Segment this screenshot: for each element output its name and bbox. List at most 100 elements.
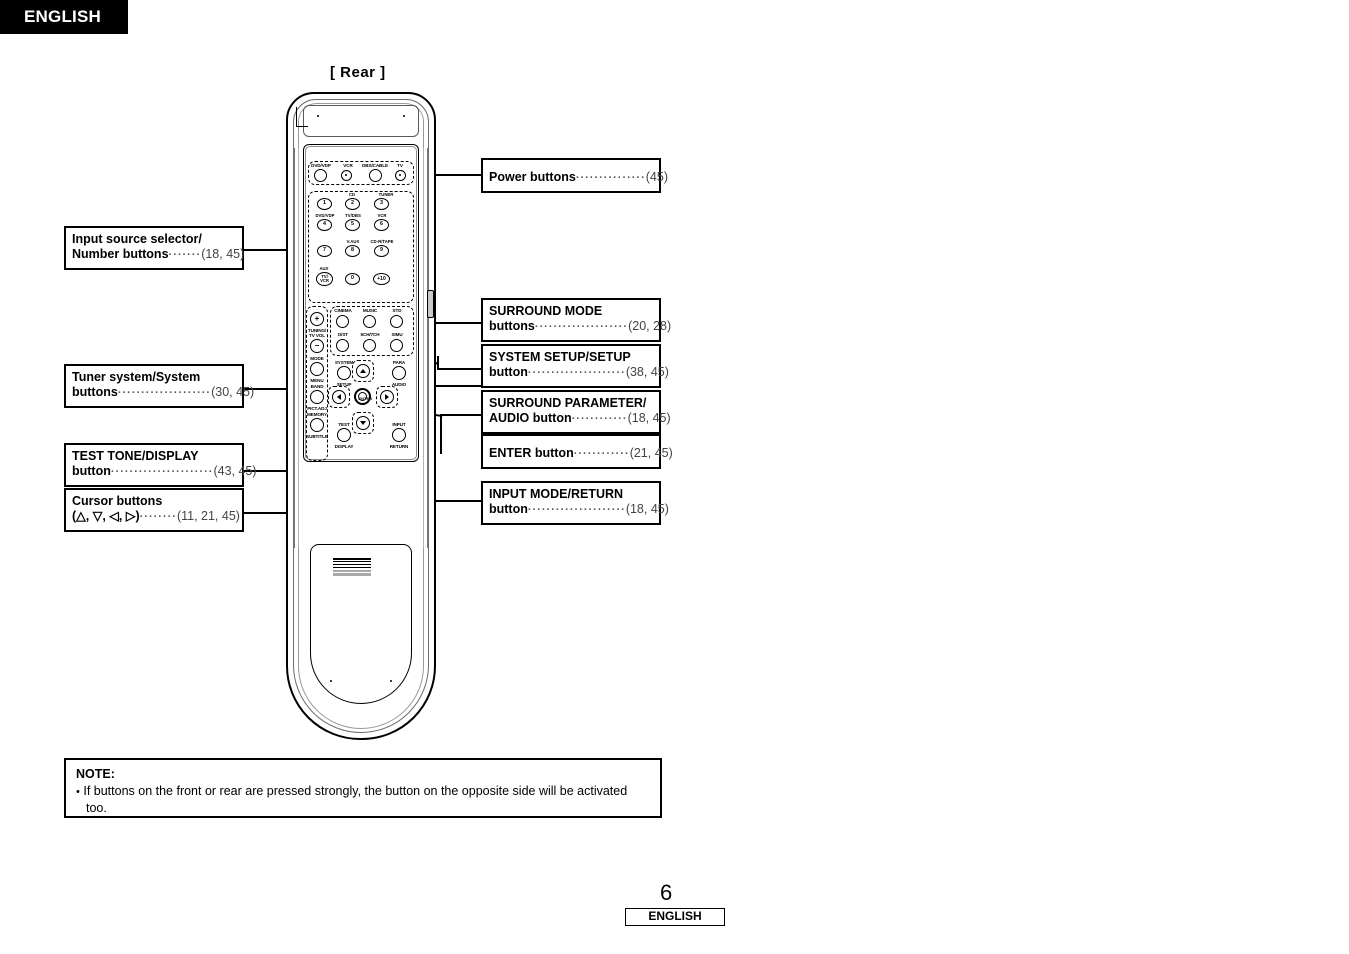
callout-enter-button[interactable]: ENTER button············(21, 45) [481, 434, 673, 469]
numeric-button-5[interactable]: 5 [345, 219, 360, 231]
cursor-left-button[interactable] [332, 390, 346, 404]
leader-enter-v [440, 414, 442, 454]
remote-side-slider-switch[interactable] [427, 290, 434, 318]
power-label-vcr: VCR [343, 163, 353, 168]
power-button-dvd-vdp[interactable] [314, 169, 327, 182]
remote-right-rail [427, 148, 428, 548]
tuning-up-button[interactable]: + [310, 312, 324, 326]
callout-enter-line1: ENTER button [489, 446, 574, 460]
callout-surround-mode-buttons[interactable]: SURROUND MODE buttons···················… [481, 298, 671, 342]
grip-ridge [333, 563, 371, 566]
numeric-button-tv-vcr-label: TV/ VCR [320, 273, 329, 283]
pictadj-label: PICT.ADJ [307, 406, 327, 411]
language-header-label: ENGLISH [24, 7, 101, 26]
callout-srmode-dots: ···················· [534, 321, 629, 333]
enter-button[interactable]: ENTER [354, 388, 372, 405]
numeric-button-plus10[interactable]: +10 [373, 273, 390, 285]
input-mode-label-top: INPUT [392, 422, 406, 427]
numeric-button-8[interactable]: 8 [345, 245, 360, 257]
callout-enter-dots: ············ [573, 448, 630, 460]
system-setup-button[interactable] [337, 366, 351, 380]
callout-cursor-dots: ········ [139, 511, 177, 523]
callout-test-dots: ······················ [110, 466, 214, 478]
note-title: NOTE: [76, 767, 115, 781]
numeric-button-2[interactable]: 2 [345, 198, 360, 210]
cursor-right-button[interactable] [380, 390, 394, 404]
surround-label-dst: D/ST [337, 332, 349, 337]
memory-label: MEMORY [307, 412, 327, 417]
footer-language-badge: ENGLISH [625, 908, 725, 926]
tuning-down-button[interactable]: − [310, 339, 324, 353]
leader-enter-h [440, 414, 483, 416]
remote-right-rail-2 [423, 148, 424, 548]
numeric-button-3[interactable]: 3 [374, 198, 389, 210]
callout-system-setup-button[interactable]: SYSTEM SETUP/SETUP button···············… [481, 344, 669, 388]
numeric-button-1[interactable]: 1 [317, 198, 332, 210]
subtitle-label: SUBTITLE [306, 434, 328, 439]
power-label-dbs-cable: DBS/CABLE [362, 163, 388, 168]
surround-label-simu: SIMU [391, 332, 403, 337]
cursor-down-button[interactable] [356, 416, 370, 430]
cursor-left-icon [337, 394, 341, 400]
numeric-button-9[interactable]: 9 [374, 245, 389, 257]
surround-label-5ch7ch: 5CH/7CH [360, 332, 380, 337]
surround-button-5ch7ch[interactable] [363, 339, 376, 352]
note-body: • If buttons on the front or rear are pr… [76, 783, 650, 816]
grip-ridge-shaded [333, 569, 371, 572]
cursor-up-button[interactable] [356, 364, 370, 378]
callout-sysset-line2: button [489, 365, 528, 379]
menu-label: MENU [310, 378, 324, 383]
numeric-button-4[interactable]: 4 [317, 219, 332, 231]
power-button-vcr-dot-icon [345, 174, 347, 176]
callout-srpara-line2: AUDIO button [489, 411, 572, 425]
surround-button-cinema[interactable] [336, 315, 349, 328]
band-pictadj-button[interactable] [310, 390, 324, 404]
callout-cursor-buttons[interactable]: Cursor buttons (△, ▽, ◁, ▷)········(11, … [64, 488, 244, 532]
callout-power-line1: Power buttons [489, 170, 576, 184]
surround-param-audio-button[interactable] [392, 366, 406, 380]
cap-screw-right-icon [403, 115, 405, 117]
callout-power-buttons[interactable]: Power buttons···············(45) [481, 158, 668, 193]
battery-cover-grip [333, 558, 371, 578]
callout-power-pages: (45) [645, 170, 668, 184]
power-button-dbs-cable[interactable] [369, 169, 382, 182]
test-tone-display-button[interactable] [337, 428, 351, 442]
surround-label-cinema: CINEMA [334, 308, 352, 313]
callout-input-dots: ······· [168, 249, 202, 261]
page-number: 6 [660, 880, 673, 905]
callout-input-mode-return-button[interactable]: INPUT MODE/RETURN button················… [481, 481, 669, 525]
note-continuation: too. [86, 801, 107, 815]
input-mode-label-bottom: RETURN [389, 444, 409, 449]
memory-subtitle-button[interactable] [310, 418, 324, 432]
callout-sysset-line1: SYSTEM SETUP/SETUP [489, 350, 631, 364]
leader-sysset-h [437, 368, 483, 370]
power-label-tv: TV [397, 163, 403, 168]
surround-button-music[interactable] [363, 315, 376, 328]
numeric-button-0[interactable]: 0 [345, 273, 360, 285]
remote-left-rail [294, 148, 295, 548]
input-mode-return-button[interactable] [392, 428, 406, 442]
callout-srmode-line1: SURROUND MODE [489, 304, 603, 318]
callout-inmode-pages: (18, 45) [625, 502, 669, 516]
mode-menu-button[interactable] [310, 362, 324, 376]
surround-button-dst[interactable] [336, 339, 349, 352]
callout-test-tone-display[interactable]: TEST TONE/DISPLAY button················… [64, 443, 257, 487]
callout-input-source-selector[interactable]: Input source selector/ Number buttons···… [64, 226, 244, 270]
numeric-button-6[interactable]: 6 [374, 219, 389, 231]
callout-inmode-line2: button [489, 502, 528, 516]
callout-tuner-system[interactable]: Tuner system/System buttons·············… [64, 364, 254, 408]
callout-srpara-pages: (18, 45) [627, 411, 671, 425]
numeric-button-7[interactable]: 7 [317, 245, 332, 257]
callout-inmode-line1: INPUT MODE/RETURN [489, 487, 624, 501]
surround-button-simu[interactable] [390, 339, 403, 352]
callout-tuner-dots: ···················· [117, 387, 212, 399]
callout-cursor-line1: Cursor buttons [72, 494, 163, 508]
grip-ridge [333, 558, 371, 560]
callout-surround-parameter-audio-button[interactable]: SURROUND PARAMETER/ AUDIO button········… [481, 390, 671, 434]
numeric-button-tv-vcr[interactable]: TV/ VCR [316, 272, 333, 286]
surround-param-label-top: PARA [392, 360, 406, 365]
numkey-label-aux: AUX [319, 266, 329, 271]
language-header-band: ENGLISH [0, 0, 128, 34]
surround-button-std[interactable] [390, 315, 403, 328]
note-text: If buttons on the front or rear are pres… [83, 784, 628, 798]
